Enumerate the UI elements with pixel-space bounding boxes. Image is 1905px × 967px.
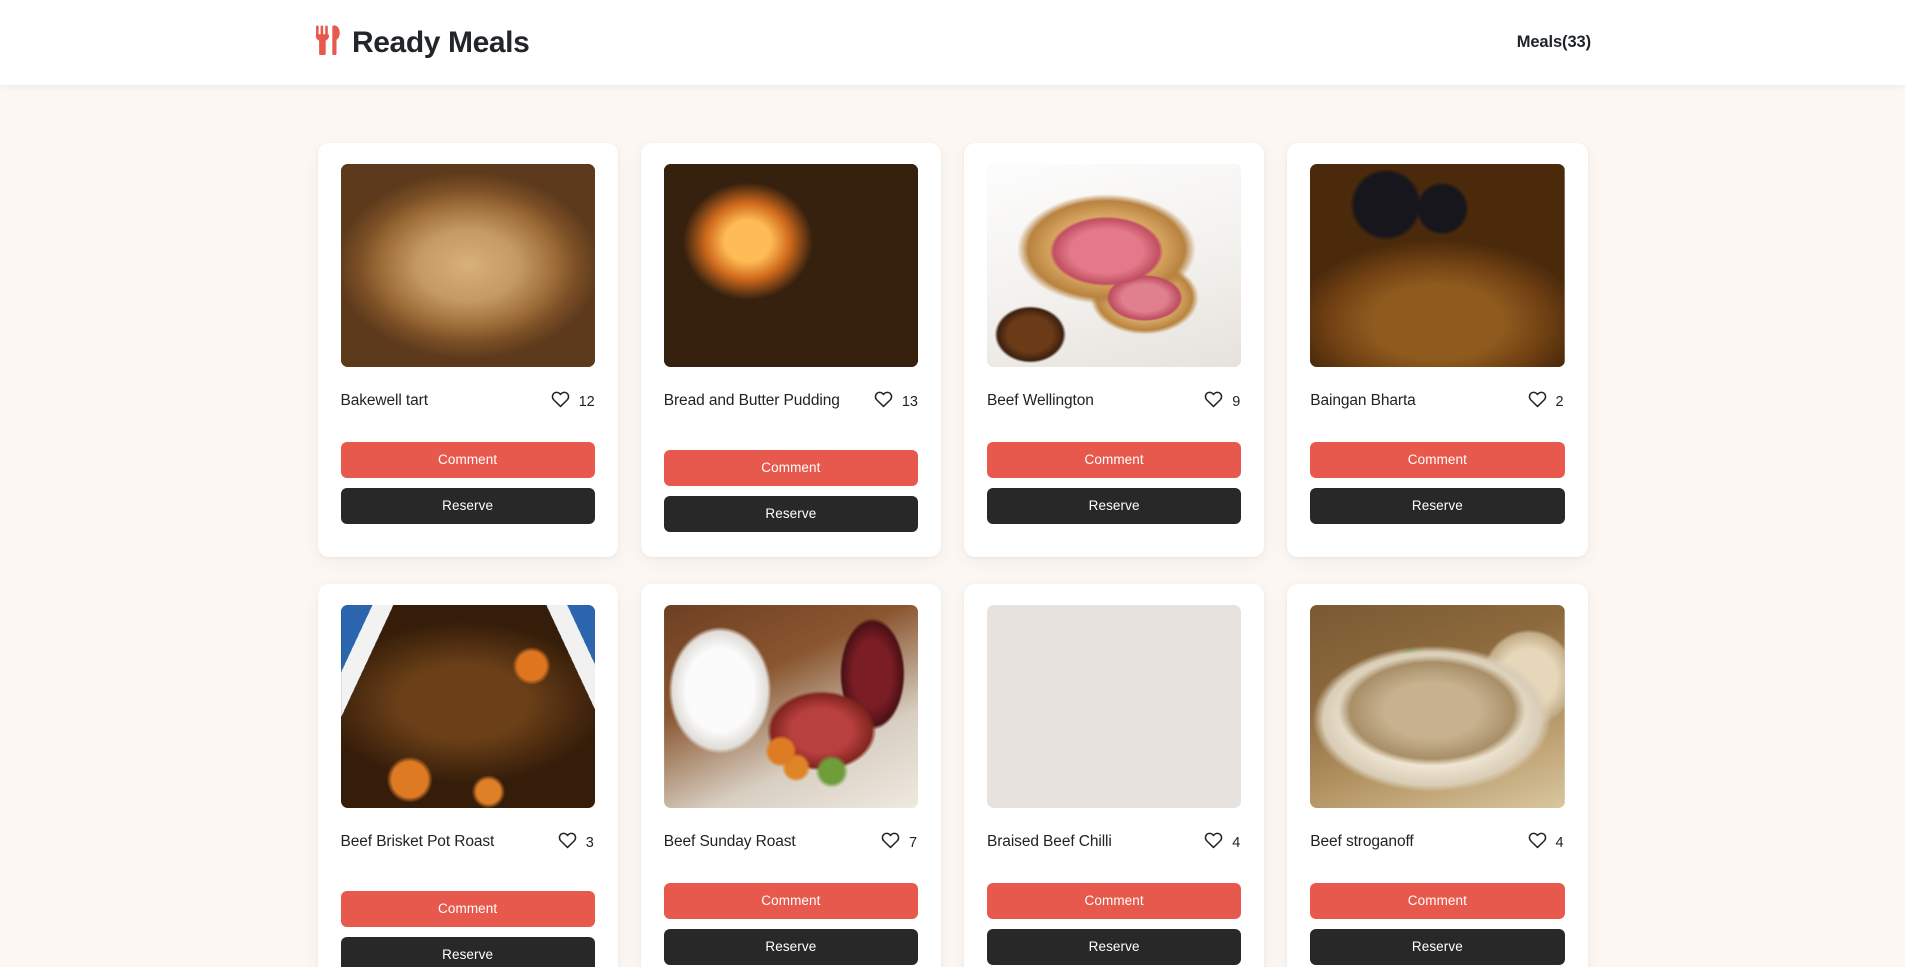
reserve-button[interactable]: Reserve xyxy=(987,929,1242,965)
comment-button[interactable]: Comment xyxy=(663,450,918,486)
meal-image xyxy=(663,164,918,367)
comment-button[interactable]: Comment xyxy=(340,891,595,927)
meal-card: Braised Beef Chilli 4 Comment Reserve xyxy=(964,584,1265,967)
like-control[interactable]: 3 xyxy=(558,825,595,854)
meal-card-header: Beef Brisket Pot Roast 3 xyxy=(341,825,595,877)
baingan-bharta-photo xyxy=(1310,164,1565,367)
reserve-button[interactable]: Reserve xyxy=(987,488,1242,524)
braised-beef-chilli-photo xyxy=(987,605,1241,808)
comment-button[interactable]: Comment xyxy=(1310,442,1565,478)
beef-wellington-photo xyxy=(987,164,1242,367)
meal-image xyxy=(1310,164,1565,367)
meal-card: Baingan Bharta 2 Comment Reserve xyxy=(1287,143,1588,557)
meal-image xyxy=(663,605,918,808)
comment-button[interactable]: Comment xyxy=(1310,883,1565,919)
fork-knife-icon xyxy=(315,25,341,60)
reserve-button[interactable]: Reserve xyxy=(663,496,918,532)
like-control[interactable]: 12 xyxy=(551,384,595,413)
beef-sunday-roast-photo xyxy=(663,605,918,808)
like-count: 13 xyxy=(901,394,918,410)
meals-page: Bakewell tart 12 Comment Reserve Bread and B… xyxy=(0,85,1905,967)
heart-icon xyxy=(874,391,893,413)
meals-grid: Bakewell tart 12 Comment Reserve Bread and B… xyxy=(317,143,1588,967)
meal-title: Bakewell tart xyxy=(340,392,429,409)
meal-card-header: Bakewell tart 12 xyxy=(341,384,595,428)
meal-card-header: Beef Sunday Roast 7 xyxy=(664,825,918,869)
beef-stroganoff-photo xyxy=(1310,605,1565,808)
meal-title: Beef Wellington xyxy=(987,392,1094,409)
heart-icon xyxy=(558,832,577,854)
like-control[interactable]: 4 xyxy=(1528,825,1565,854)
site-header: Ready Meals Meals(33) xyxy=(0,0,1905,85)
reserve-button[interactable]: Reserve xyxy=(1310,488,1565,524)
like-count: 9 xyxy=(1232,394,1241,410)
meal-card: Beef Wellington 9 Comment Reserve xyxy=(964,143,1265,557)
heart-icon xyxy=(1204,832,1223,854)
comment-button[interactable]: Comment xyxy=(340,442,595,478)
meal-title: Beef Brisket Pot Roast xyxy=(340,833,495,850)
like-count: 4 xyxy=(1232,835,1241,851)
meal-card: Beef stroganoff 4 Comment Reserve xyxy=(1287,584,1588,967)
meal-title: Braised Beef Chilli xyxy=(987,833,1112,850)
bread-and-butter-pudding-photo xyxy=(663,164,918,367)
meal-image xyxy=(987,605,1242,808)
comment-button[interactable]: Comment xyxy=(987,883,1242,919)
comment-button[interactable]: Comment xyxy=(987,442,1242,478)
meal-card: Beef Brisket Pot Roast 3 Comment Reserve xyxy=(317,584,618,967)
meal-card: Bread and Butter Pudding 13 Comment Reserve xyxy=(640,143,941,557)
meal-image xyxy=(1310,605,1565,808)
meal-card: Bakewell tart 12 Comment Reserve xyxy=(317,143,618,557)
meal-title: Baingan Bharta xyxy=(1310,392,1416,409)
reserve-button[interactable]: Reserve xyxy=(1310,929,1565,965)
like-count: 12 xyxy=(578,394,595,410)
meal-title: Beef stroganoff xyxy=(1310,833,1414,850)
heart-icon xyxy=(551,391,570,413)
meal-card-header: Beef Wellington 9 xyxy=(987,384,1241,428)
meal-image xyxy=(987,164,1242,367)
like-count: 7 xyxy=(909,835,918,851)
like-count: 4 xyxy=(1555,835,1564,851)
like-control[interactable]: 7 xyxy=(881,825,918,854)
meal-image xyxy=(340,164,595,367)
heart-icon xyxy=(881,832,900,854)
heart-icon xyxy=(1528,832,1547,854)
meal-card-header: Braised Beef Chilli 4 xyxy=(987,825,1241,869)
reserve-button[interactable]: Reserve xyxy=(340,937,595,967)
meal-title: Bread and Butter Pudding xyxy=(663,392,840,409)
meal-image xyxy=(340,605,595,808)
like-control[interactable]: 4 xyxy=(1204,825,1241,854)
like-control[interactable]: 9 xyxy=(1204,384,1241,413)
like-control[interactable]: 2 xyxy=(1528,384,1565,413)
brand-title: Ready Meals xyxy=(352,25,530,59)
like-count: 3 xyxy=(585,835,594,851)
reserve-button[interactable]: Reserve xyxy=(663,929,918,965)
meal-card-header: Beef stroganoff 4 xyxy=(1310,825,1564,869)
meal-card-header: Bread and Butter Pudding 13 xyxy=(664,384,918,436)
bakewell-tart-photo xyxy=(340,164,595,367)
meals-count-label[interactable]: Meals(33) xyxy=(1517,33,1591,52)
meal-card: Beef Sunday Roast 7 Comment Reserve xyxy=(640,584,941,967)
meal-card-header: Baingan Bharta 2 xyxy=(1310,384,1564,428)
heart-icon xyxy=(1528,391,1547,413)
meal-title: Beef Sunday Roast xyxy=(663,833,796,850)
like-control[interactable]: 13 xyxy=(874,384,918,413)
comment-button[interactable]: Comment xyxy=(663,883,918,919)
like-count: 2 xyxy=(1555,394,1564,410)
heart-icon xyxy=(1204,391,1223,413)
brand-logo[interactable]: Ready Meals xyxy=(315,25,530,60)
beef-brisket-pot-roast-photo xyxy=(340,605,595,808)
reserve-button[interactable]: Reserve xyxy=(340,488,595,524)
